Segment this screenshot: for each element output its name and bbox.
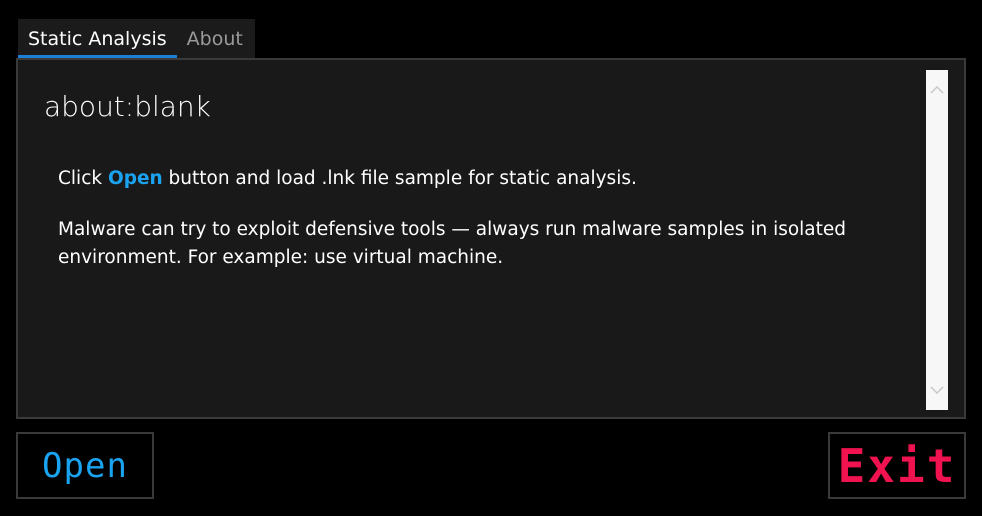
instruction-text-before: Click [58,168,108,189]
tab-static-analysis[interactable]: Static Analysis [18,19,177,58]
open-button[interactable]: Open [16,432,154,499]
instruction-open-keyword: Open [107,168,163,189]
warning-text: Malware can try to exploit defensive too… [58,219,847,268]
tab-about[interactable]: About [177,19,255,58]
app-window: Static Analysis About about:blank Click … [0,0,982,516]
page-title: about:blank [44,90,211,123]
open-button-label: Open [42,445,128,486]
instruction-text: Click Open button and load .lnk file sam… [58,165,637,193]
tab-bar: Static Analysis About [18,19,255,58]
vertical-scrollbar[interactable] [926,70,948,410]
instruction-text-after: button and load .lnk file sample for sta… [162,168,637,189]
web-view: about:blank Click Open button and load .… [18,60,964,417]
exit-button-label: Exit [837,438,957,493]
content-panel: about:blank Click Open button and load .… [16,58,966,419]
exit-button[interactable]: Exit [828,432,966,499]
chevron-up-icon[interactable] [926,80,948,100]
chevron-down-icon[interactable] [926,380,948,400]
